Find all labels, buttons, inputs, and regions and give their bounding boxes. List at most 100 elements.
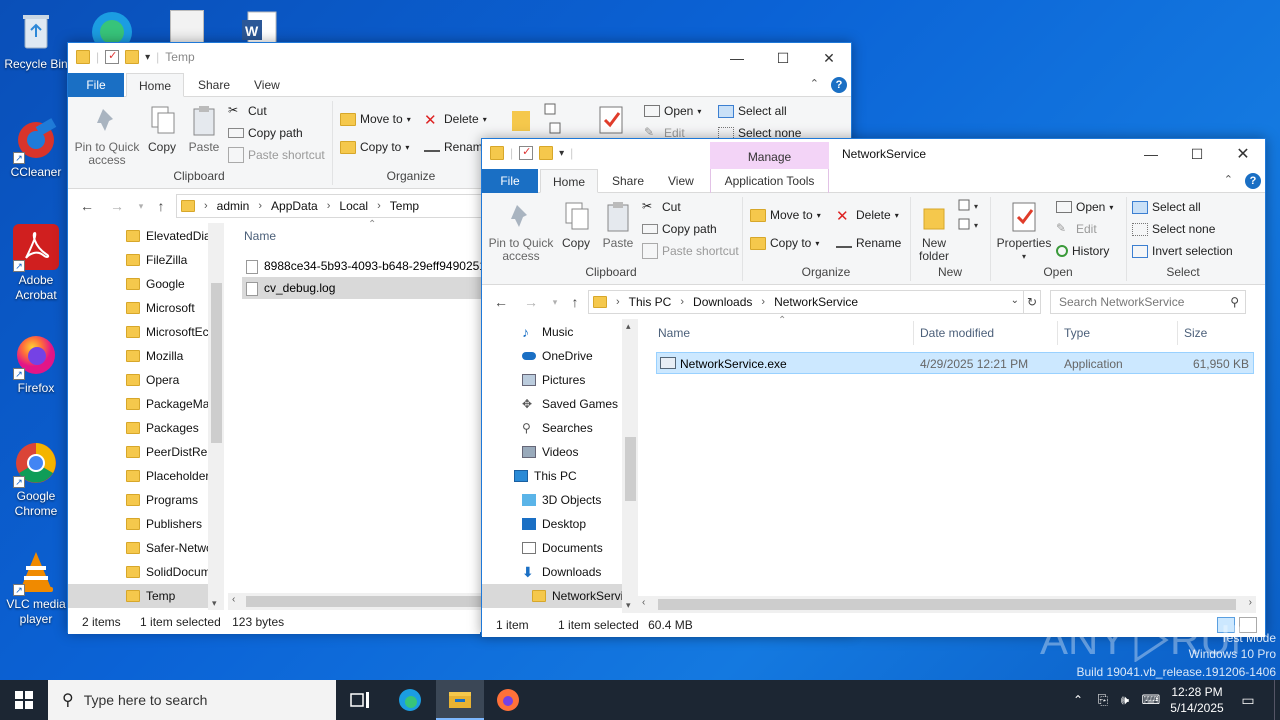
- nav-item-documents[interactable]: Documents: [522, 536, 622, 560]
- column-header-date[interactable]: Date modified: [914, 321, 1058, 345]
- tab-view[interactable]: View: [242, 73, 292, 97]
- nav-item-folder[interactable]: FileZilla: [126, 248, 208, 272]
- nav-item-folder[interactable]: Placeholder: [126, 464, 208, 488]
- taskbar-search-box[interactable]: ⚲ Type here to search: [48, 680, 336, 720]
- file-row[interactable]: 8988ce34-5b93-4093-b648-29eff9490251.: [242, 255, 483, 277]
- minimize-button[interactable]: —: [1128, 139, 1174, 169]
- address-dropdown-icon[interactable]: ⌄: [1011, 295, 1019, 306]
- nav-item-folder[interactable]: PackageMa: [126, 392, 208, 416]
- breadcrumb-admin[interactable]: admin: [217, 199, 250, 213]
- nav-item-downloads[interactable]: ⬇ Downloads: [522, 560, 622, 584]
- new-folder-button[interactable]: New folder: [912, 201, 956, 263]
- select-all-button[interactable]: Select all: [718, 101, 787, 121]
- horizontal-scrollbar[interactable]: ‹ ›: [638, 596, 1256, 613]
- taskbar-file-explorer[interactable]: [436, 680, 484, 720]
- clock[interactable]: 12:28 PM 5/14/2025: [1162, 680, 1232, 720]
- start-button[interactable]: [0, 680, 48, 720]
- recent-locations-icon[interactable]: ▾: [546, 297, 564, 308]
- paste-shortcut-button[interactable]: Paste shortcut: [228, 145, 325, 165]
- tab-share[interactable]: Share: [186, 73, 242, 97]
- scroll-thumb[interactable]: [246, 596, 482, 607]
- tab-view[interactable]: View: [656, 169, 706, 193]
- nav-item-folder[interactable]: SolidDocum: [126, 560, 208, 584]
- back-button[interactable]: ←: [78, 198, 96, 214]
- breadcrumb-temp[interactable]: Temp: [390, 199, 419, 213]
- up-button[interactable]: ↑: [152, 198, 170, 214]
- taskbar-firefox[interactable]: [486, 680, 530, 720]
- volume-icon[interactable]: 🕪: [1114, 680, 1136, 720]
- help-icon[interactable]: ?: [831, 77, 847, 93]
- nav-item-pictures[interactable]: Pictures: [522, 368, 622, 392]
- move-to-button[interactable]: Move to ▾: [750, 205, 821, 225]
- nav-item-folder[interactable]: Publishers: [126, 512, 208, 536]
- nav-item-saved-games[interactable]: ✥ Saved Games: [522, 392, 622, 416]
- new-item-icon[interactable]: [544, 103, 568, 139]
- copy-to-button[interactable]: Copy to ▾: [340, 137, 409, 157]
- desktop-icon-firefox[interactable]: ↗ Firefox: [4, 332, 68, 396]
- show-hidden-icons-button[interactable]: ⌃: [1066, 680, 1090, 720]
- file-row-selected[interactable]: cv_debug.log: [242, 277, 483, 299]
- new-item-icon[interactable]: ▾ ▾: [958, 199, 988, 239]
- taskbar-edge[interactable]: [388, 680, 432, 720]
- properties-icon[interactable]: [598, 105, 624, 135]
- pin-quick-access-button[interactable]: Pin to Quick access: [74, 105, 140, 167]
- recent-locations-icon[interactable]: ▾: [132, 201, 150, 212]
- tab-home[interactable]: Home: [540, 169, 599, 193]
- language-icon[interactable]: ⌨: [1140, 680, 1162, 720]
- desktop-edge-icon[interactable]: [88, 6, 136, 52]
- scroll-thumb[interactable]: [625, 437, 636, 501]
- close-button[interactable]: ✕: [1220, 139, 1266, 169]
- scroll-left-icon[interactable]: ‹: [642, 597, 645, 608]
- cut-button[interactable]: ✂ Cut: [228, 101, 267, 121]
- nav-item-folder[interactable]: Microsoft: [126, 296, 208, 320]
- forward-button[interactable]: →: [108, 198, 126, 214]
- up-button[interactable]: ↑: [566, 294, 584, 310]
- tab-file[interactable]: File: [68, 73, 124, 97]
- column-header-type[interactable]: Type: [1058, 321, 1178, 345]
- select-all-button[interactable]: Select all: [1132, 197, 1201, 217]
- tab-manage-context[interactable]: Manage: [710, 142, 829, 169]
- copy-button[interactable]: Copy: [556, 201, 596, 250]
- task-view-button[interactable]: [340, 680, 380, 720]
- select-none-button[interactable]: Select none: [1132, 219, 1215, 239]
- show-desktop-button[interactable]: [1274, 680, 1280, 720]
- maximize-button[interactable]: ☐: [1174, 139, 1220, 169]
- copy-button[interactable]: Copy: [142, 105, 182, 154]
- properties-button[interactable]: Properties ▾: [996, 201, 1052, 263]
- notifications-icon[interactable]: ▭: [1236, 680, 1260, 720]
- nav-item-folder[interactable]: Safer-Netwo: [126, 536, 208, 560]
- nav-item-folder[interactable]: PeerDistRep: [126, 440, 208, 464]
- nav-item-temp[interactable]: Temp: [68, 584, 208, 608]
- desktop-icon-vlc[interactable]: ↗ VLC media player: [4, 548, 68, 627]
- nav-item-videos[interactable]: Videos: [522, 440, 622, 464]
- scroll-down-icon[interactable]: ▾: [212, 598, 217, 609]
- back-button[interactable]: ←: [492, 294, 510, 310]
- nav-item-desktop[interactable]: Desktop: [522, 512, 622, 536]
- nav-item-networkservice[interactable]: NetworkServi: [482, 584, 622, 608]
- forward-button[interactable]: →: [522, 294, 540, 310]
- scroll-down-icon[interactable]: ▾: [626, 600, 631, 611]
- nav-item-searches[interactable]: ⚲ Searches: [522, 416, 622, 440]
- scroll-thumb[interactable]: [658, 599, 1236, 610]
- desktop-icon-recycle-bin[interactable]: Recycle Bin: [4, 8, 68, 72]
- paste-button[interactable]: Paste: [598, 201, 638, 250]
- help-icon[interactable]: ?: [1245, 173, 1261, 189]
- nav-item-this-pc[interactable]: This PC: [514, 464, 622, 488]
- collapse-ribbon-icon[interactable]: ⌃: [810, 77, 819, 90]
- desktop-icon-ccleaner[interactable]: ↗ CCleaner: [4, 116, 68, 180]
- file-row-selected[interactable]: NetworkService.exe 4/29/2025 12:21 PM Ap…: [656, 352, 1254, 374]
- copy-path-button[interactable]: Copy path: [228, 123, 303, 143]
- rename-button[interactable]: Rename: [836, 233, 901, 253]
- column-header-name[interactable]: Name: [238, 224, 483, 248]
- desktop-document-icon[interactable]: [170, 10, 204, 44]
- nav-item-folder[interactable]: Packages: [126, 416, 208, 440]
- copy-path-button[interactable]: Copy path: [642, 219, 717, 239]
- new-folder-icon[interactable]: [512, 107, 530, 133]
- breadcrumb-appdata[interactable]: AppData: [271, 199, 318, 213]
- breadcrumb-networkservice[interactable]: NetworkService: [774, 295, 858, 309]
- desktop-icon-chrome[interactable]: ↗ Google Chrome: [4, 440, 68, 519]
- new-folder-icon[interactable]: [539, 146, 554, 160]
- breadcrumb-local[interactable]: Local: [339, 199, 368, 213]
- cut-button[interactable]: ✂ Cut: [642, 197, 681, 217]
- copy-to-button[interactable]: Copy to ▾: [750, 233, 819, 253]
